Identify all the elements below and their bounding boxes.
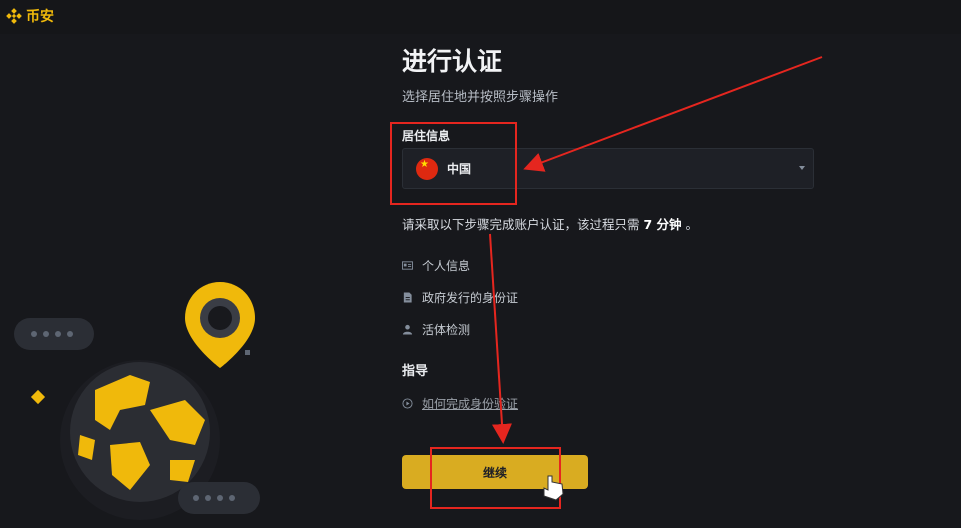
hand-cursor-icon [543,475,564,501]
annotation-arrows [489,56,823,501]
annotation-arrow-to-continue [489,233,512,444]
annotation-arrow-to-residence [523,56,823,172]
